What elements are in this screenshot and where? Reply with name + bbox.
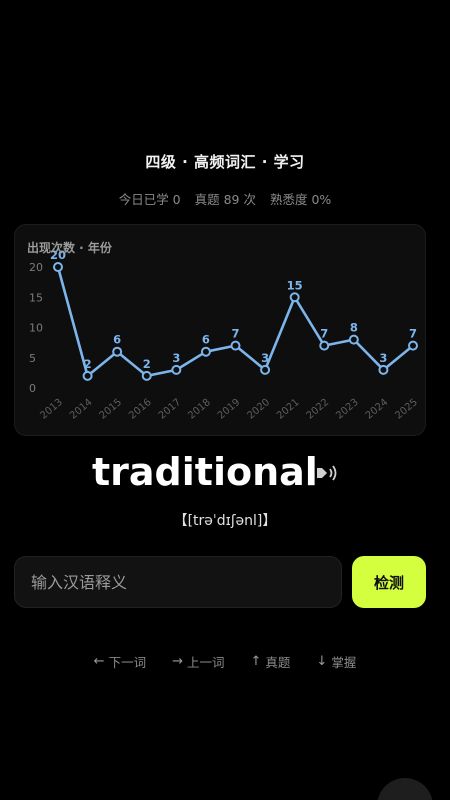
data-label: 15: [287, 278, 303, 292]
data-label: 8: [350, 321, 358, 335]
data-point: [171, 364, 182, 375]
data-point: [82, 370, 93, 381]
frequency-chart: 0 5 10 15 20 2013 2014 2015 2016 2017 2018 2019 2020…: [29, 248, 420, 422]
data-label: 2: [84, 357, 92, 371]
today-learned-stat: 今日已学 0: [118, 192, 181, 207]
y-tick-label: 10: [29, 322, 43, 335]
y-tick-label: 0: [29, 382, 36, 395]
y-tick-label: 20: [29, 261, 43, 274]
shortcut-next-word[interactable]: ← 下一词: [94, 652, 146, 671]
x-tick-label: 2014: [68, 397, 95, 422]
speaker-icon[interactable]: [314, 462, 342, 484]
vocabulary-word: traditional: [92, 450, 318, 494]
arrow-right-icon: →: [172, 654, 183, 669]
stats-bar: 今日已学 0 真题 89 次 熟悉度 0%: [0, 189, 450, 208]
arrow-up-icon: ↑: [250, 654, 262, 669]
data-point: [230, 340, 241, 351]
shortcut-label: 下一词: [108, 655, 147, 670]
x-tick-label: 2013: [38, 397, 65, 422]
frequency-chart-card: 0 5 10 15 20 2013 2014 2015 2016 2017 2018 2019 2020…: [14, 224, 426, 436]
y-tick-label: 5: [29, 352, 36, 365]
data-label: 7: [409, 327, 417, 341]
familiarity-stat: 熟悉度 0%: [269, 192, 332, 207]
word-study-screen: 四级 · 高频词汇 · 学习 今日已学 0 真题 89 次 熟悉度 0% 0 5 1…: [0, 0, 450, 800]
x-tick-label: 2017: [157, 397, 184, 422]
arrow-down-icon: ↓: [316, 654, 328, 669]
data-label: 3: [379, 351, 387, 365]
data-point: [289, 292, 300, 303]
shortcut-label: 掌握: [331, 655, 357, 670]
data-point: [348, 334, 359, 345]
data-label: 6: [113, 333, 121, 347]
x-tick-label: 2024: [364, 397, 391, 422]
chart-title: 出现次数 · 年份: [27, 241, 112, 255]
x-tick-label: 2018: [186, 397, 213, 422]
series-line: [56, 266, 414, 378]
data-label: 7: [231, 327, 239, 341]
x-tick-label: 2022: [305, 397, 332, 422]
y-tick-label: 15: [29, 291, 43, 304]
data-point: [319, 340, 330, 351]
x-tick-label: 2015: [98, 397, 125, 422]
shortcut-real-exam[interactable]: ↑ 真题: [251, 652, 291, 671]
data-point: [53, 262, 63, 272]
meaning-input[interactable]: [14, 556, 342, 608]
shortcut-mastered[interactable]: ↓ 掌握: [316, 652, 356, 671]
shortcut-previous-word[interactable]: → 上一词: [172, 652, 224, 671]
data-label: 3: [172, 351, 180, 365]
data-label: 7: [320, 327, 328, 341]
x-tick-label: 2019: [216, 397, 243, 422]
data-point: [141, 370, 152, 381]
data-label: 3: [261, 351, 269, 365]
real-exam-stat: 真题 89 次: [194, 192, 256, 207]
page-title: 四级 · 高频词汇 · 学习: [145, 153, 305, 171]
arrow-left-icon: ←: [93, 654, 105, 669]
data-point: [112, 346, 123, 357]
x-tick-label: 2025: [393, 397, 420, 422]
data-point: [408, 340, 418, 351]
data-label: 6: [202, 333, 210, 347]
x-tick-label: 2023: [334, 397, 361, 422]
shortcut-label: 真题: [265, 655, 291, 670]
data-point: [378, 364, 389, 375]
floating-action-button[interactable]: [377, 778, 433, 800]
shortcut-label: 上一词: [186, 655, 225, 670]
check-button[interactable]: 检测: [352, 556, 426, 608]
shortcut-bar: ← 下一词 → 上一词 ↑ 真题 ↓ 掌握: [0, 652, 450, 671]
phonetic-transcription: 【[trəˈdɪʃənl]】: [173, 513, 277, 529]
data-point: [200, 346, 211, 357]
x-tick-label: 2020: [245, 397, 272, 422]
x-tick-label: 2021: [275, 397, 302, 422]
data-label: 2: [143, 357, 151, 371]
data-point: [260, 364, 271, 375]
x-tick-label: 2016: [127, 397, 154, 422]
